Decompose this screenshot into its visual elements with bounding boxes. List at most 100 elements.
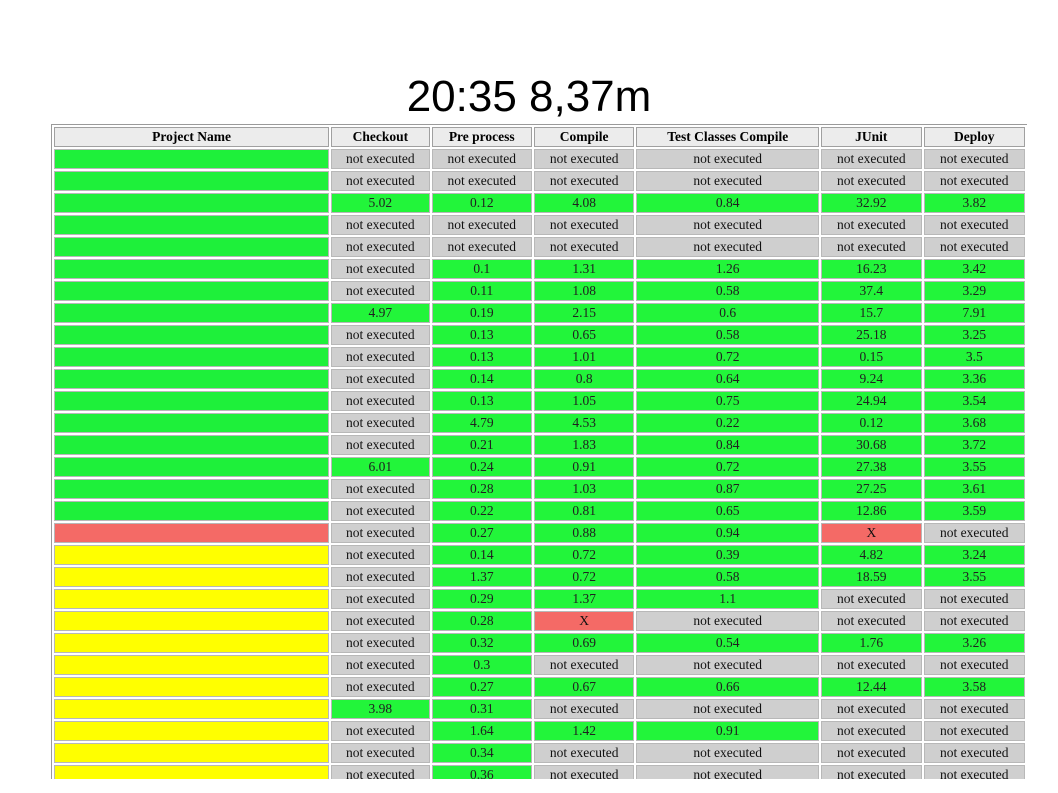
deploy-cell: 3.68 bbox=[923, 413, 1025, 433]
pre-process-cell: 0.34 bbox=[431, 743, 532, 763]
project-name-cell bbox=[54, 347, 330, 367]
test-classes-compile-cell: 1.1 bbox=[636, 589, 820, 609]
pre-process-cell: 4.79 bbox=[431, 413, 532, 433]
pre-process-cell: 0.3 bbox=[431, 655, 532, 675]
pre-process-cell: 0.1 bbox=[431, 259, 532, 279]
deploy-cell: not executed bbox=[923, 149, 1025, 169]
table-row: not executed not executed not executed not … bbox=[54, 171, 1025, 191]
table-row: not executed 0.28 Xnot executed not execute… bbox=[54, 611, 1025, 631]
compile-cell: 1.37 bbox=[533, 589, 635, 609]
table-row: not executed 0.34 not executed not executed… bbox=[54, 743, 1025, 763]
junit-cell: 18.59 bbox=[821, 567, 922, 587]
project-name-cell bbox=[54, 171, 330, 191]
test-classes-compile-cell: 0.65 bbox=[636, 501, 820, 521]
checkout-cell: not executed bbox=[331, 237, 430, 257]
junit-cell: 37.4 bbox=[821, 281, 922, 301]
table-row: not executed 0.36 not executed not executed… bbox=[54, 765, 1025, 779]
junit-cell: not executed bbox=[821, 655, 922, 675]
deploy-cell: 3.72 bbox=[923, 435, 1025, 455]
test-classes-compile-cell: 0.22 bbox=[636, 413, 820, 433]
pre-process-cell: 0.11 bbox=[431, 281, 532, 301]
checkout-cell: not executed bbox=[331, 369, 430, 389]
table-row: 6.01 0.24 0.91 0.72 27.38 3.55 bbox=[54, 457, 1025, 477]
project-name-cell bbox=[54, 413, 330, 433]
test-classes-compile-cell: 0.72 bbox=[636, 457, 820, 477]
pre-process-cell: 0.31 bbox=[431, 699, 532, 719]
table-row: not executed 0.13 1.01 0.72 0.15 3.5 bbox=[54, 347, 1025, 367]
test-classes-compile-cell: 0.72 bbox=[636, 347, 820, 367]
header-test-classes-compile: Test Classes Compile bbox=[636, 127, 820, 147]
deploy-cell: not executed bbox=[923, 215, 1025, 235]
deploy-cell: not executed bbox=[923, 765, 1025, 779]
project-name-cell bbox=[54, 765, 330, 779]
checkout-cell: 4.97 bbox=[331, 303, 430, 323]
pre-process-cell: not executed bbox=[431, 237, 532, 257]
checkout-cell: not executed bbox=[331, 567, 430, 587]
project-name-cell bbox=[54, 259, 330, 279]
junit-cell: 30.68 bbox=[821, 435, 922, 455]
junit-cell: 15.7 bbox=[821, 303, 922, 323]
checkout-cell: 3.98 bbox=[331, 699, 430, 719]
test-classes-compile-cell: 0.58 bbox=[636, 281, 820, 301]
test-classes-compile-cell: not executed bbox=[636, 699, 820, 719]
test-classes-compile-cell: 0.58 bbox=[636, 325, 820, 345]
checkout-cell: not executed bbox=[331, 171, 430, 191]
header-compile: Compile bbox=[533, 127, 635, 147]
table-row: not executed 1.37 0.72 0.58 18.59 3.55 bbox=[54, 567, 1025, 587]
build-results-table-wrap: Project Name Checkout Pre process Compil… bbox=[51, 124, 1027, 779]
junit-cell: not executed bbox=[821, 743, 922, 763]
table-row: not executed 0.27 0.88 0.94 Xnot executed bbox=[54, 523, 1025, 543]
project-name-cell bbox=[54, 457, 330, 477]
deploy-cell: not executed bbox=[923, 523, 1025, 543]
header-junit: JUnit bbox=[821, 127, 922, 147]
header-checkout: Checkout bbox=[331, 127, 430, 147]
deploy-cell: 3.36 bbox=[923, 369, 1025, 389]
deploy-cell: 3.29 bbox=[923, 281, 1025, 301]
compile-cell: not executed bbox=[533, 655, 635, 675]
project-name-cell bbox=[54, 523, 330, 543]
compile-cell: 0.81 bbox=[533, 501, 635, 521]
pre-process-cell: 0.29 bbox=[431, 589, 532, 609]
pre-process-cell: 1.37 bbox=[431, 567, 532, 587]
junit-cell: 27.25 bbox=[821, 479, 922, 499]
checkout-cell: not executed bbox=[331, 721, 430, 741]
test-classes-compile-cell: 0.87 bbox=[636, 479, 820, 499]
project-name-cell bbox=[54, 677, 330, 697]
test-classes-compile-cell: not executed bbox=[636, 611, 820, 631]
table-header: Project Name Checkout Pre process Compil… bbox=[54, 127, 1025, 147]
checkout-cell: not executed bbox=[331, 677, 430, 697]
checkout-cell: 5.02 bbox=[331, 193, 430, 213]
checkout-cell: not executed bbox=[331, 149, 430, 169]
checkout-cell: not executed bbox=[331, 611, 430, 631]
table-row: not executed not executed not executed not … bbox=[54, 237, 1025, 257]
deploy-cell: 3.59 bbox=[923, 501, 1025, 521]
compile-cell: 2.15 bbox=[533, 303, 635, 323]
checkout-cell: not executed bbox=[331, 633, 430, 653]
pre-process-cell: 0.27 bbox=[431, 523, 532, 543]
junit-cell: 9.24 bbox=[821, 369, 922, 389]
deploy-cell: 3.54 bbox=[923, 391, 1025, 411]
junit-cell: 4.82 bbox=[821, 545, 922, 565]
deploy-cell: 3.26 bbox=[923, 633, 1025, 653]
checkout-cell: not executed bbox=[331, 259, 430, 279]
project-name-cell bbox=[54, 237, 330, 257]
table-row: not executed 0.14 0.8 0.64 9.24 3.36 bbox=[54, 369, 1025, 389]
table-row: not executed 0.29 1.37 1.1 not executed not e… bbox=[54, 589, 1025, 609]
table-row: 4.97 0.19 2.15 0.6 15.7 7.91 bbox=[54, 303, 1025, 323]
table-row: not executed 0.14 0.72 0.39 4.82 3.24 bbox=[54, 545, 1025, 565]
compile-cell: 0.67 bbox=[533, 677, 635, 697]
compile-cell: X bbox=[533, 611, 635, 631]
compile-cell: 4.08 bbox=[533, 193, 635, 213]
compile-cell: 0.91 bbox=[533, 457, 635, 477]
project-name-cell bbox=[54, 589, 330, 609]
project-name-cell bbox=[54, 545, 330, 565]
test-classes-compile-cell: 0.84 bbox=[636, 435, 820, 455]
compile-cell: 1.31 bbox=[533, 259, 635, 279]
checkout-cell: not executed bbox=[331, 281, 430, 301]
test-classes-compile-cell: 0.39 bbox=[636, 545, 820, 565]
table-row: 3.98 0.31 not executed not executed not exec… bbox=[54, 699, 1025, 719]
project-name-cell bbox=[54, 721, 330, 741]
checkout-cell: not executed bbox=[331, 743, 430, 763]
pre-process-cell: 0.21 bbox=[431, 435, 532, 455]
pre-process-cell: 0.28 bbox=[431, 479, 532, 499]
